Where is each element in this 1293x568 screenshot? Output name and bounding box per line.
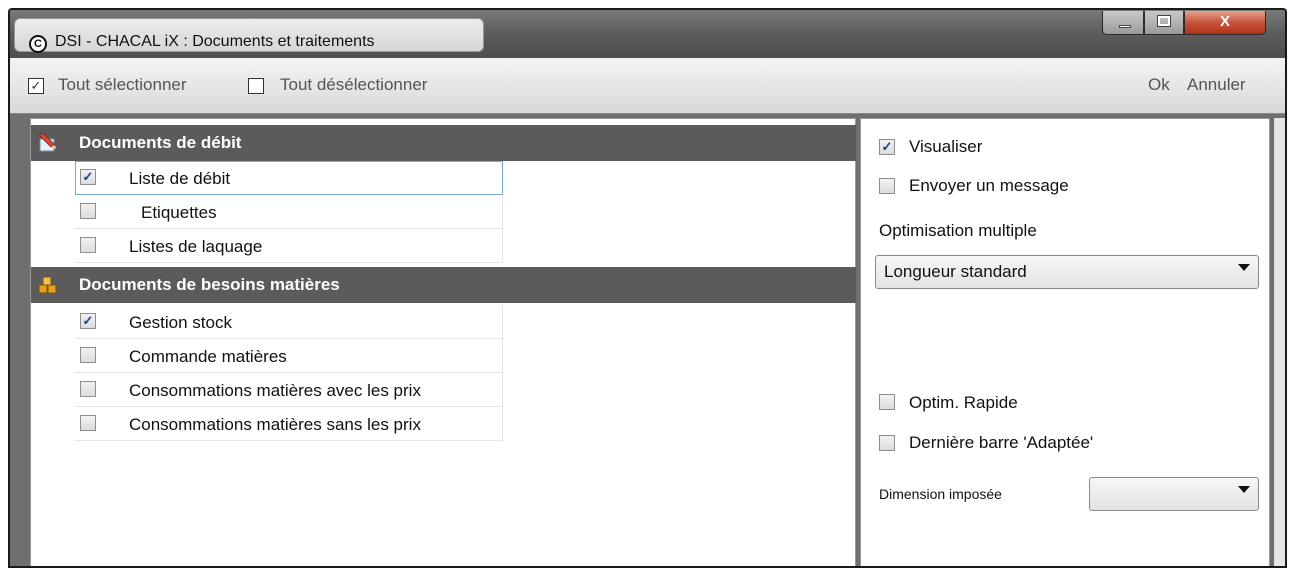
title-bar[interactable]: C DSI - CHACAL iX : Documents et traitem… (10, 10, 1285, 58)
item-label: Gestion stock (129, 313, 232, 332)
derniere-barre-checkbox[interactable] (879, 435, 895, 451)
list-item[interactable]: ✓ Liste de débit (75, 161, 856, 195)
group-header-documents-debit[interactable]: Documents de débit (31, 125, 856, 161)
envoyer-message-label: Envoyer un message (909, 176, 1069, 195)
item-checkbox[interactable] (80, 237, 96, 253)
item-checkbox[interactable] (80, 415, 96, 431)
optim-rapide-checkbox[interactable] (879, 394, 895, 410)
toolbar: ✓ Tout sélectionner Tout désélectionner … (10, 58, 1285, 114)
envoyer-message-checkbox[interactable] (879, 178, 895, 194)
visualiser-checkbox[interactable]: ✓ (879, 139, 895, 155)
close-icon: X (1219, 13, 1230, 30)
close-button[interactable]: X (1184, 11, 1266, 35)
chevron-down-icon (1238, 264, 1250, 271)
dimension-select[interactable] (1089, 477, 1259, 511)
optim-rapide-label: Optim. Rapide (909, 393, 1018, 412)
group-header-besoins-matieres[interactable]: Documents de besoins matières (31, 267, 856, 303)
app-window: C DSI - CHACAL iX : Documents et traitem… (8, 8, 1287, 568)
select-all-checkbox[interactable]: ✓ (28, 78, 44, 94)
item-label: Liste de débit (129, 169, 231, 188)
deselect-all-checkbox[interactable] (248, 78, 264, 94)
list-item[interactable]: Listes de laquage (75, 229, 856, 263)
item-checkbox[interactable]: ✓ (80, 313, 96, 329)
deselect-all-button[interactable]: Tout désélectionner (280, 75, 427, 95)
derniere-barre-label: Dernière barre 'Adaptée' (909, 433, 1094, 452)
item-label: Listes de laquage (129, 237, 263, 256)
list-item-cell (75, 195, 503, 229)
maximize-button[interactable] (1144, 11, 1184, 35)
minimize-button[interactable] (1102, 11, 1144, 35)
material-boxes-icon (38, 276, 57, 294)
item-checkbox[interactable]: ✓ (80, 169, 96, 185)
window-title: DSI - CHACAL iX : Documents et traitemen… (55, 33, 375, 50)
optimisation-select[interactable]: Longueur standard (875, 255, 1259, 289)
dimension-label: Dimension imposée (879, 486, 1002, 502)
maximize-icon (1157, 15, 1171, 27)
list-item[interactable]: Consommations matières sans les prix (75, 407, 856, 441)
item-label: Etiquettes (141, 203, 217, 222)
optimisation-select-value: Longueur standard (884, 262, 1027, 281)
documents-panel: Documents de débit ✓ Liste de débit Etiq… (30, 118, 856, 566)
ok-button[interactable]: Ok (1148, 75, 1170, 95)
pencil-document-icon (38, 133, 56, 152)
item-checkbox[interactable] (80, 203, 96, 219)
item-label: Consommations matières sans les prix (129, 415, 421, 434)
item-checkbox[interactable] (80, 347, 96, 363)
list-item[interactable]: Etiquettes (75, 195, 856, 229)
list-item[interactable]: ✓ Gestion stock (75, 305, 856, 339)
cancel-button[interactable]: Annuler (1187, 75, 1246, 95)
select-all-button[interactable]: Tout sélectionner (58, 75, 187, 95)
item-label: Consommations matières avec les prix (129, 381, 421, 400)
minimize-icon (1119, 25, 1131, 28)
app-logo-icon: C (29, 35, 47, 53)
optimisation-label: Optimisation multiple (879, 221, 1037, 240)
group-label: Documents de besoins matières (79, 275, 340, 294)
chevron-down-icon (1238, 486, 1250, 493)
options-panel: ✓ Visualiser Envoyer un message Optimisa… (860, 118, 1270, 566)
title-pill: C DSI - CHACAL iX : Documents et traitem… (14, 18, 484, 53)
list-item[interactable]: Consommations matières avec les prix (75, 373, 856, 407)
item-label: Commande matières (129, 347, 287, 366)
group-label: Documents de débit (79, 133, 242, 152)
item-checkbox[interactable] (80, 381, 96, 397)
right-scrollbar[interactable] (1274, 118, 1285, 566)
list-item[interactable]: Commande matières (75, 339, 856, 373)
visualiser-label: Visualiser (909, 137, 983, 156)
